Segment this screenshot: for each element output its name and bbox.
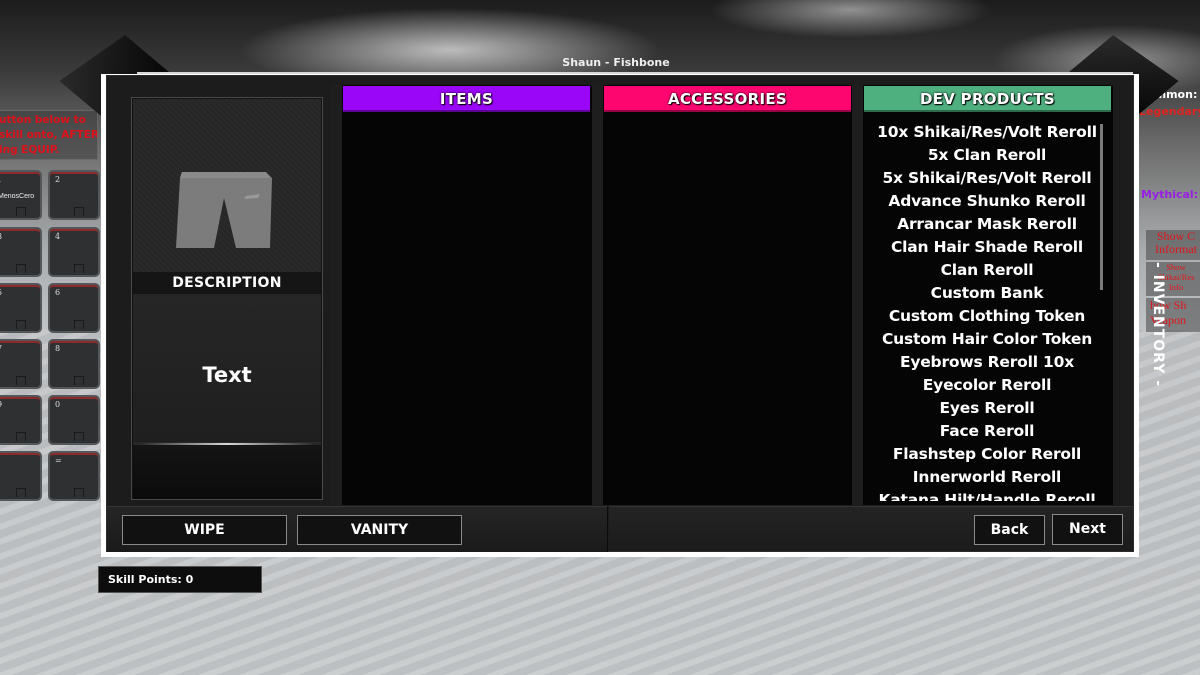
dev-product-item[interactable]: Flashstep Color Reroll bbox=[863, 443, 1111, 466]
slot-number: 4 bbox=[55, 232, 61, 241]
items-list[interactable] bbox=[342, 114, 592, 504]
skill-slot[interactable]: = bbox=[48, 451, 100, 501]
inventory-tab-label[interactable]: - INVENTORY - bbox=[1136, 262, 1166, 392]
slot-number: 7 bbox=[0, 344, 2, 353]
skill-equip-hint: utton below to skill onto, AFTER ing EQU… bbox=[0, 110, 98, 160]
dev-product-item[interactable]: Innerworld Reroll bbox=[863, 466, 1111, 489]
slot-notch bbox=[74, 320, 84, 329]
accessories-tab[interactable]: ACCESSORIES bbox=[604, 86, 851, 112]
dev-products-list[interactable]: 10x Shikai/Res/Volt Reroll 5x Clan Reroll… bbox=[863, 121, 1111, 501]
dev-products-tab[interactable]: DEV PRODUCTS bbox=[864, 86, 1111, 112]
slot-notch bbox=[16, 320, 26, 329]
skill-slot[interactable]: - bbox=[0, 451, 42, 501]
slot-notch bbox=[16, 488, 26, 497]
mythical-count: Mythical: bbox=[1141, 188, 1199, 201]
skill-slot[interactable]: 8 bbox=[48, 339, 100, 389]
slot-skill-name: MenosCero bbox=[0, 193, 35, 200]
vanity-button[interactable]: VANITY bbox=[297, 515, 462, 545]
skill-slot[interactable]: 0 bbox=[48, 395, 100, 445]
slot-number: 9 bbox=[0, 400, 2, 409]
slot-notch bbox=[74, 264, 84, 273]
slot-notch bbox=[74, 432, 84, 441]
description-text: Text bbox=[202, 363, 252, 387]
wipe-button[interactable]: WIPE bbox=[122, 515, 287, 545]
slot-number: 1 bbox=[0, 175, 2, 184]
dev-product-item[interactable]: Custom Hair Color Token bbox=[863, 328, 1111, 351]
hint-line: utton below to bbox=[0, 114, 86, 126]
dev-product-item[interactable]: Katana Hilt/Handle Reroll bbox=[863, 489, 1111, 501]
hint-line: ing EQUIP. bbox=[0, 144, 60, 156]
accessories-column: ACCESSORIES bbox=[603, 85, 853, 505]
slot-notch bbox=[74, 207, 84, 216]
column-gap bbox=[331, 85, 342, 505]
slot-notch bbox=[74, 376, 84, 385]
slot-notch bbox=[16, 432, 26, 441]
skill-slot[interactable]: 1 MenosCero bbox=[0, 170, 42, 220]
skill-slot[interactable]: 3 bbox=[0, 227, 42, 277]
dev-product-item[interactable]: Face Reroll bbox=[863, 420, 1111, 443]
pants-icon bbox=[176, 172, 272, 248]
legendary-count: Legendary: bbox=[1139, 105, 1200, 118]
slot-number: 8 bbox=[55, 344, 61, 353]
slot-notch bbox=[16, 207, 26, 216]
button-label-line: Informat bbox=[1155, 242, 1197, 256]
show-clan-info-button[interactable]: Show C Informat bbox=[1146, 230, 1200, 260]
skill-slot[interactable]: 2 bbox=[48, 170, 100, 220]
next-button[interactable]: Next bbox=[1052, 514, 1123, 545]
slot-number: = bbox=[55, 456, 62, 465]
skill-slot[interactable]: 9 bbox=[0, 395, 42, 445]
window-top-border bbox=[137, 72, 1133, 74]
dev-products-column: DEV PRODUCTS 10x Shikai/Res/Volt Reroll 5… bbox=[863, 85, 1113, 505]
dev-product-item[interactable]: Clan Hair Shade Reroll bbox=[863, 236, 1111, 259]
slot-number: 6 bbox=[55, 288, 61, 297]
dev-product-item[interactable]: Custom Clothing Token bbox=[863, 305, 1111, 328]
dev-products-scrollbar[interactable] bbox=[1100, 124, 1103, 290]
slot-number: 2 bbox=[55, 175, 61, 184]
column-gap bbox=[852, 85, 863, 505]
slot-number: 3 bbox=[0, 232, 2, 241]
dev-product-item[interactable]: 10x Shikai/Res/Volt Reroll bbox=[863, 121, 1111, 144]
skill-slot[interactable]: 5 bbox=[0, 283, 42, 333]
items-tab[interactable]: ITEMS bbox=[343, 86, 590, 112]
hint-line: skill onto, AFTER bbox=[0, 129, 98, 141]
skill-slot[interactable]: 6 bbox=[48, 283, 100, 333]
accessories-list[interactable] bbox=[603, 114, 853, 504]
slot-notch bbox=[74, 488, 84, 497]
item-preview-card: DESCRIPTION Text bbox=[131, 97, 323, 500]
slot-notch bbox=[16, 376, 26, 385]
dev-product-item[interactable]: Eyebrows Reroll 10x bbox=[863, 351, 1111, 374]
skill-slot[interactable]: 4 bbox=[48, 227, 100, 277]
dev-product-item[interactable]: Clan Reroll bbox=[863, 259, 1111, 282]
dev-product-item[interactable]: Eyes Reroll bbox=[863, 397, 1111, 420]
dev-product-item[interactable]: Eyecolor Reroll bbox=[863, 374, 1111, 397]
slot-number: 5 bbox=[0, 288, 2, 297]
dev-product-item[interactable]: Arrancar Mask Reroll bbox=[863, 213, 1111, 236]
dev-product-item[interactable]: Advance Shunko Reroll bbox=[863, 190, 1111, 213]
dev-product-item[interactable]: 5x Clan Reroll bbox=[863, 144, 1111, 167]
window-title: Shaun - Fishbone bbox=[562, 56, 670, 69]
description-header: DESCRIPTION bbox=[133, 272, 321, 294]
slot-number: 0 bbox=[55, 400, 61, 409]
column-gap bbox=[592, 85, 603, 505]
description-footer bbox=[133, 445, 321, 499]
items-column: ITEMS bbox=[342, 85, 592, 505]
skill-points-display: Skill Points: 0 bbox=[98, 566, 262, 593]
dev-product-item[interactable]: Custom Bank bbox=[863, 282, 1111, 305]
dev-product-item[interactable]: 5x Shikai/Res/Volt Reroll bbox=[863, 167, 1111, 190]
back-button[interactable]: Back bbox=[974, 515, 1045, 545]
skill-slot[interactable]: 7 bbox=[0, 339, 42, 389]
slot-notch bbox=[16, 264, 26, 273]
